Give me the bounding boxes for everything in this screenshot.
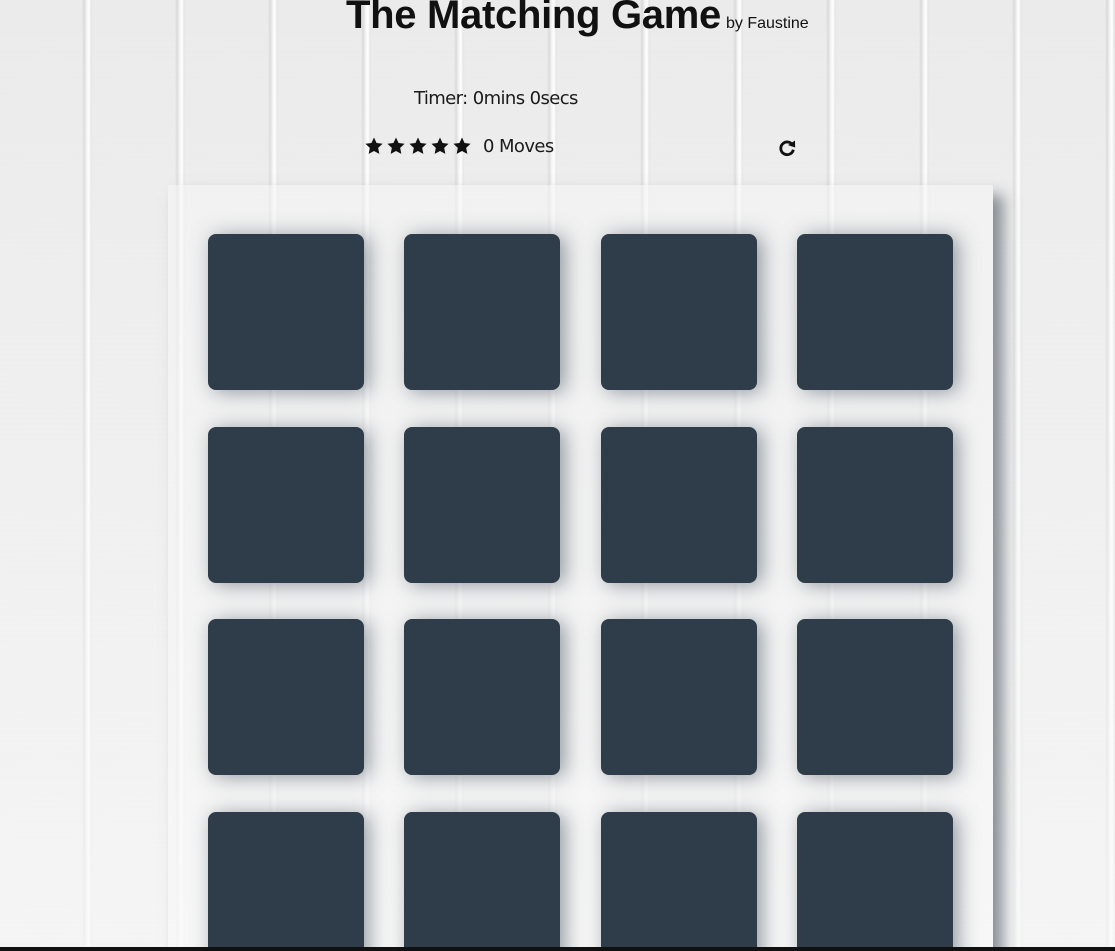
card[interactable]: [208, 234, 364, 390]
star-icon: [431, 137, 449, 154]
timer-display: Timer: 0mins 0secs: [414, 88, 578, 109]
card[interactable]: [208, 812, 364, 951]
card[interactable]: [797, 812, 953, 951]
moves-counter: 0 Moves: [483, 136, 554, 157]
card[interactable]: [404, 234, 560, 390]
card[interactable]: [404, 812, 560, 951]
score-panel: 0 Moves: [364, 136, 804, 162]
star-icon: [365, 137, 383, 154]
page-header: The Matching Game by Faustine: [346, 0, 809, 38]
card[interactable]: [797, 619, 953, 775]
card[interactable]: [601, 234, 757, 390]
star-icon: [453, 137, 471, 154]
star-icon: [387, 137, 405, 154]
card[interactable]: [601, 619, 757, 775]
card[interactable]: [208, 619, 364, 775]
card-deck: [168, 185, 993, 951]
author-byline: by Faustine: [725, 15, 809, 32]
card[interactable]: [797, 427, 953, 583]
star-rating: [364, 136, 472, 156]
page-title: The Matching Game: [346, 0, 721, 37]
card[interactable]: [404, 619, 560, 775]
bottom-divider: [0, 947, 1115, 951]
star-icon: [409, 137, 427, 154]
restart-icon[interactable]: [777, 138, 797, 158]
card[interactable]: [601, 427, 757, 583]
card[interactable]: [404, 427, 560, 583]
card[interactable]: [208, 427, 364, 583]
card[interactable]: [601, 812, 757, 951]
card[interactable]: [797, 234, 953, 390]
